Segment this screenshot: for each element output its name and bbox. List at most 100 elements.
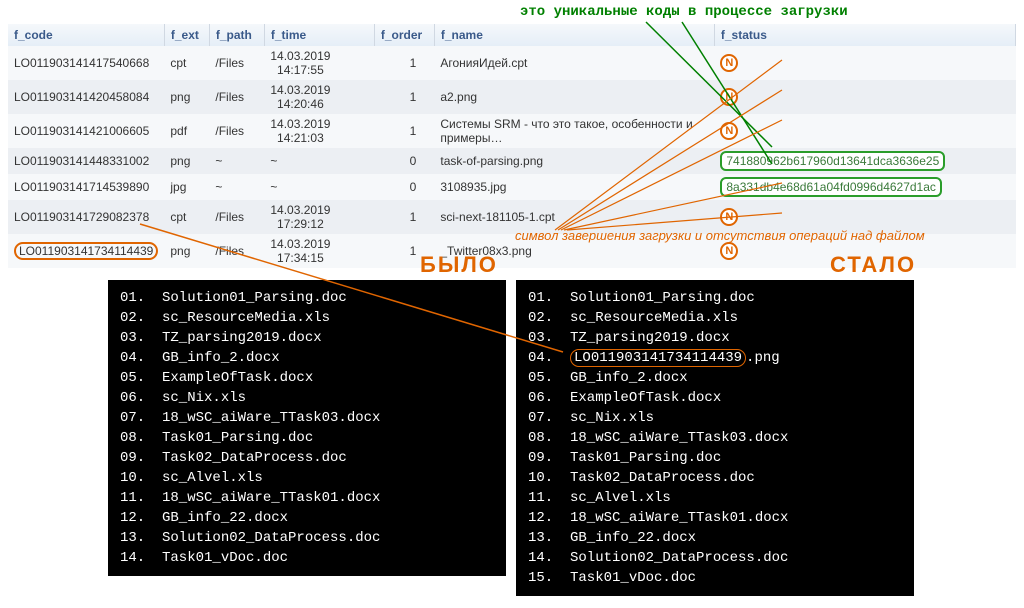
cell-fext: png: [164, 234, 209, 268]
cell-forder: 1: [374, 114, 434, 148]
cell-fstatus: N: [714, 46, 1015, 80]
cell-fstatus: N: [714, 80, 1015, 114]
col-fstatus[interactable]: f_status: [714, 24, 1015, 46]
status-badge-n: N: [720, 242, 738, 260]
cell-fstatus: N: [714, 114, 1015, 148]
terminal-line: 11. sc_Alvel.xls: [528, 488, 902, 508]
status-badge-n: N: [720, 208, 738, 226]
cell-fcode: LO011903141448331002: [8, 148, 164, 174]
cell-fpath: ~: [209, 148, 264, 174]
cell-fpath: ~: [209, 174, 264, 200]
table-row[interactable]: LO011903141421006605pdf/Files14.03.2019 …: [8, 114, 1016, 148]
table-row[interactable]: LO011903141420458084png/Files14.03.2019 …: [8, 80, 1016, 114]
terminal-line: 07. sc_Nix.xls: [528, 408, 902, 428]
cell-fcode: LO011903141729082378: [8, 200, 164, 234]
cell-fext: pdf: [164, 114, 209, 148]
terminal-line: 10. Task02_DataProcess.doc: [528, 468, 902, 488]
terminal-after: 01. Solution01_Parsing.doc02. sc_Resourc…: [516, 280, 914, 596]
col-fcode[interactable]: f_code: [8, 24, 164, 46]
terminal-line: 03. TZ_parsing2019.docx: [120, 328, 494, 348]
cell-fstatus: 8a331db4e68d61a04fd0996d4627d1ac: [714, 174, 1015, 200]
terminal-line: 02. sc_ResourceMedia.xls: [528, 308, 902, 328]
terminal-line: 03. TZ_parsing2019.docx: [528, 328, 902, 348]
cell-fstatus: 741880962b617960d13641dca3636e25: [714, 148, 1015, 174]
terminal-line: 10. sc_Alvel.xls: [120, 468, 494, 488]
terminal-line: 06. sc_Nix.xls: [120, 388, 494, 408]
highlighted-filename: LO011903141734114439: [570, 349, 746, 367]
cell-fext: cpt: [164, 46, 209, 80]
annotation-symbol-meaning: символ завершения загрузки и отсутствия …: [515, 228, 925, 243]
table-row[interactable]: LO011903141417540668cpt/Files14.03.2019 …: [8, 46, 1016, 80]
col-forder[interactable]: f_order: [374, 24, 434, 46]
cell-fname: Системы SRM - что это такое, особенности…: [434, 114, 714, 148]
cell-fext: png: [164, 148, 209, 174]
cell-ftime: 14.03.2019 17:29:12: [264, 200, 374, 234]
terminal-line: 11. 18_wSC_aiWare_TTask01.docx: [120, 488, 494, 508]
status-hash: 8a331db4e68d61a04fd0996d4627d1ac: [720, 177, 942, 197]
status-badge-n: N: [720, 54, 738, 72]
cell-ftime: ~: [264, 148, 374, 174]
terminal-line: 05. GB_info_2.docx: [528, 368, 902, 388]
cell-fpath: /Files: [209, 80, 264, 114]
col-fname[interactable]: f_name: [434, 24, 714, 46]
cell-ftime: 14.03.2019 14:20:46: [264, 80, 374, 114]
cell-fcode: LO011903141420458084: [8, 80, 164, 114]
terminal-line: 14. Solution02_DataProcess.doc: [528, 548, 902, 568]
annotation-unique-codes: это уникальные коды в процессе загрузки: [520, 4, 848, 20]
terminal-line: 13. GB_info_22.docx: [528, 528, 902, 548]
terminal-line: 06. ExampleOfTask.docx: [528, 388, 902, 408]
terminal-line: 14. Task01_vDoc.doc: [120, 548, 494, 568]
cell-ftime: 14.03.2019 14:21:03: [264, 114, 374, 148]
terminal-line: 13. Solution02_DataProcess.doc: [120, 528, 494, 548]
col-ftime[interactable]: f_time: [264, 24, 374, 46]
col-fext[interactable]: f_ext: [164, 24, 209, 46]
cell-fname: a2.png: [434, 80, 714, 114]
cell-fpath: /Files: [209, 234, 264, 268]
terminal-line: 09. Task01_Parsing.doc: [528, 448, 902, 468]
terminal-line: 01. Solution01_Parsing.doc: [528, 288, 902, 308]
status-hash: 741880962b617960d13641dca3636e25: [720, 151, 945, 171]
cell-fcode: LO011903141417540668: [8, 46, 164, 80]
cell-fcode: LO011903141421006605: [8, 114, 164, 148]
cell-fpath: /Files: [209, 200, 264, 234]
terminal-before: 01. Solution01_Parsing.doc02. sc_Resourc…: [108, 280, 506, 576]
cell-fname: 3108935.jpg: [434, 174, 714, 200]
cell-forder: 1: [374, 46, 434, 80]
cell-fcode: LO011903141734114439: [8, 234, 164, 268]
status-badge-n: N: [720, 88, 738, 106]
terminal-line: 04. LO011903141734114439.png: [528, 348, 902, 368]
cell-forder: 1: [374, 200, 434, 234]
terminal-line: 15. Task01_vDoc.doc: [528, 568, 902, 588]
cell-fpath: /Files: [209, 114, 264, 148]
cell-fcode: LO011903141714539890: [8, 174, 164, 200]
cell-fname: task-of-parsing.png: [434, 148, 714, 174]
terminal-line: 01. Solution01_Parsing.doc: [120, 288, 494, 308]
terminal-line: 08. 18_wSC_aiWare_TTask03.docx: [528, 428, 902, 448]
cell-forder: 0: [374, 174, 434, 200]
cell-ftime: 14.03.2019 14:17:55: [264, 46, 374, 80]
terminal-line: 12. GB_info_22.docx: [120, 508, 494, 528]
cell-forder: 1: [374, 80, 434, 114]
cell-ftime: 14.03.2019 17:34:15: [264, 234, 374, 268]
status-badge-n: N: [720, 122, 738, 140]
terminal-line: 04. GB_info_2.docx: [120, 348, 494, 368]
cell-fname: АгонияИдей.cpt: [434, 46, 714, 80]
label-after: СТАЛО: [830, 252, 916, 278]
label-before: БЫЛО: [420, 252, 498, 278]
table-row[interactable]: LO011903141448331002png~~0task-of-parsin…: [8, 148, 1016, 174]
col-fpath[interactable]: f_path: [209, 24, 264, 46]
cell-ftime: ~: [264, 174, 374, 200]
cell-fpath: /Files: [209, 46, 264, 80]
table-row[interactable]: LO011903141714539890jpg~~03108935.jpg8a3…: [8, 174, 1016, 200]
cell-fext: jpg: [164, 174, 209, 200]
cell-fext: png: [164, 80, 209, 114]
cell-fext: cpt: [164, 200, 209, 234]
cell-forder: 0: [374, 148, 434, 174]
terminal-line: 08. Task01_Parsing.doc: [120, 428, 494, 448]
terminal-line: 12. 18_wSC_aiWare_TTask01.docx: [528, 508, 902, 528]
terminal-line: 07. 18_wSC_aiWare_TTask03.docx: [120, 408, 494, 428]
terminal-line: 05. ExampleOfTask.docx: [120, 368, 494, 388]
terminal-line: 09. Task02_DataProcess.doc: [120, 448, 494, 468]
table-header-row: f_code f_ext f_path f_time f_order f_nam…: [8, 24, 1016, 46]
terminal-line: 02. sc_ResourceMedia.xls: [120, 308, 494, 328]
